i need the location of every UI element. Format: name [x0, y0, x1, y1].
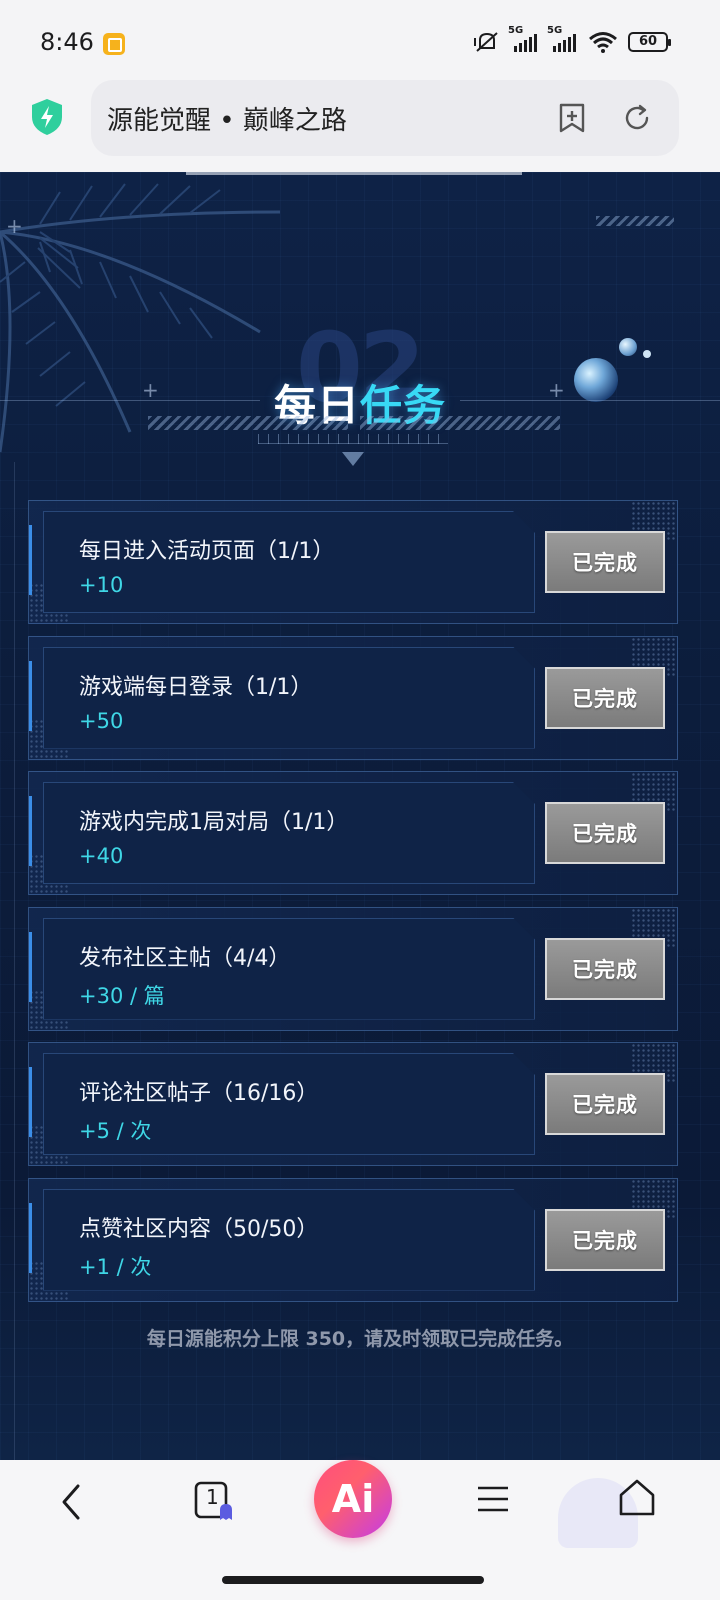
wifi-icon: [589, 32, 617, 53]
battery-icon: 60: [628, 32, 671, 52]
task-card: 发布社区主帖（4/4） +30 / 篇 已完成: [28, 906, 678, 1031]
task-card: 每日进入活动页面（1/1） +10 已完成: [28, 500, 678, 624]
bubble-decoration: [619, 338, 637, 356]
status-icons: 5G 5G 60: [474, 25, 671, 55]
home-icon[interactable]: [618, 1478, 656, 1518]
task-completed-button[interactable]: 已完成: [545, 531, 665, 593]
task-completed-button[interactable]: 已完成: [545, 802, 665, 864]
status-bar: 8:46 5G 5G 60: [0, 0, 720, 80]
task-reward: +1 / 次: [79, 1254, 152, 1279]
web-page-content: + 02 + + 每日任务 每日进入活动页面（1/1） +10 已完成 游戏端每…: [0, 172, 720, 1460]
task-name: 游戏端每日登录（1/1）: [79, 674, 313, 700]
mute-vibrate-icon: [474, 32, 498, 52]
task-name: 发布社区主帖（4/4）: [79, 945, 291, 971]
bubble-decoration: [643, 350, 651, 358]
signal-type-label: 5G: [508, 25, 524, 36]
notes-app-icon: [103, 33, 125, 55]
task-completed-button[interactable]: 已完成: [545, 666, 665, 729]
signal-icon-sim1: 5G: [508, 25, 537, 52]
task-accent-bar: [29, 525, 32, 595]
task-reward: +50: [79, 708, 124, 733]
task-card: 点赞社区内容（50/50） +1 / 次 已完成: [28, 1177, 678, 1302]
home-indicator[interactable]: [222, 1576, 484, 1584]
task-card: 评论社区帖子（16/16） +5 / 次 已完成: [28, 1042, 678, 1166]
ruler-decoration: [258, 434, 448, 444]
task-accent-bar: [29, 660, 32, 731]
tab-count: 1: [206, 1485, 219, 1509]
task-reward: +30 / 篇: [79, 983, 165, 1008]
task-completed-button[interactable]: 已完成: [545, 1073, 665, 1135]
task-name: 每日进入活动页面（1/1）: [79, 539, 335, 564]
stripe-decoration: [596, 216, 674, 226]
task-completed-button[interactable]: 已完成: [545, 937, 665, 1000]
task-completed-button[interactable]: 已完成: [545, 1208, 665, 1271]
daily-limit-note: 每日源能积分上限 350，请及时领取已完成任务。: [146, 1328, 574, 1350]
plus-decoration: +: [6, 214, 23, 238]
signal-icon-sim2: 5G: [547, 25, 576, 52]
task-name: 评论社区帖子（16/16）: [79, 1081, 319, 1106]
task-accent-bar: [29, 931, 32, 1002]
task-accent-bar: [29, 796, 32, 866]
task-card: 游戏端每日登录（1/1） +50 已完成: [28, 635, 678, 760]
back-icon[interactable]: [54, 1482, 90, 1522]
task-reward: +10: [79, 573, 124, 597]
task-reward: +40: [79, 844, 124, 868]
signal-type-label: 5G: [547, 25, 563, 36]
task-reward: +5 / 次: [79, 1119, 152, 1143]
security-shield-icon[interactable]: [30, 98, 64, 136]
task-name: 游戏内完成1局对局（1/1）: [79, 810, 349, 835]
stripe-decoration: [360, 416, 560, 430]
task-name: 点赞社区内容（50/50）: [79, 1216, 319, 1242]
menu-icon[interactable]: [476, 1484, 510, 1514]
triangle-marker-icon: [342, 452, 364, 466]
add-bookmark-icon[interactable]: [558, 103, 586, 133]
stripe-decoration: [148, 416, 348, 430]
page-title[interactable]: 源能觉醒 • 巅峰之路: [107, 100, 347, 137]
side-guide-line: [14, 462, 15, 1460]
ai-assistant-button[interactable]: Ai: [314, 1460, 392, 1538]
reload-icon[interactable]: [622, 103, 652, 133]
task-card: 游戏内完成1局对局（1/1） +40 已完成: [28, 771, 678, 895]
daily-task-list: 每日进入活动页面（1/1） +10 已完成 游戏端每日登录（1/1） +50 已…: [28, 500, 678, 1313]
task-accent-bar: [29, 1202, 32, 1273]
status-time: 8:46: [40, 28, 94, 56]
task-accent-bar: [29, 1067, 32, 1137]
